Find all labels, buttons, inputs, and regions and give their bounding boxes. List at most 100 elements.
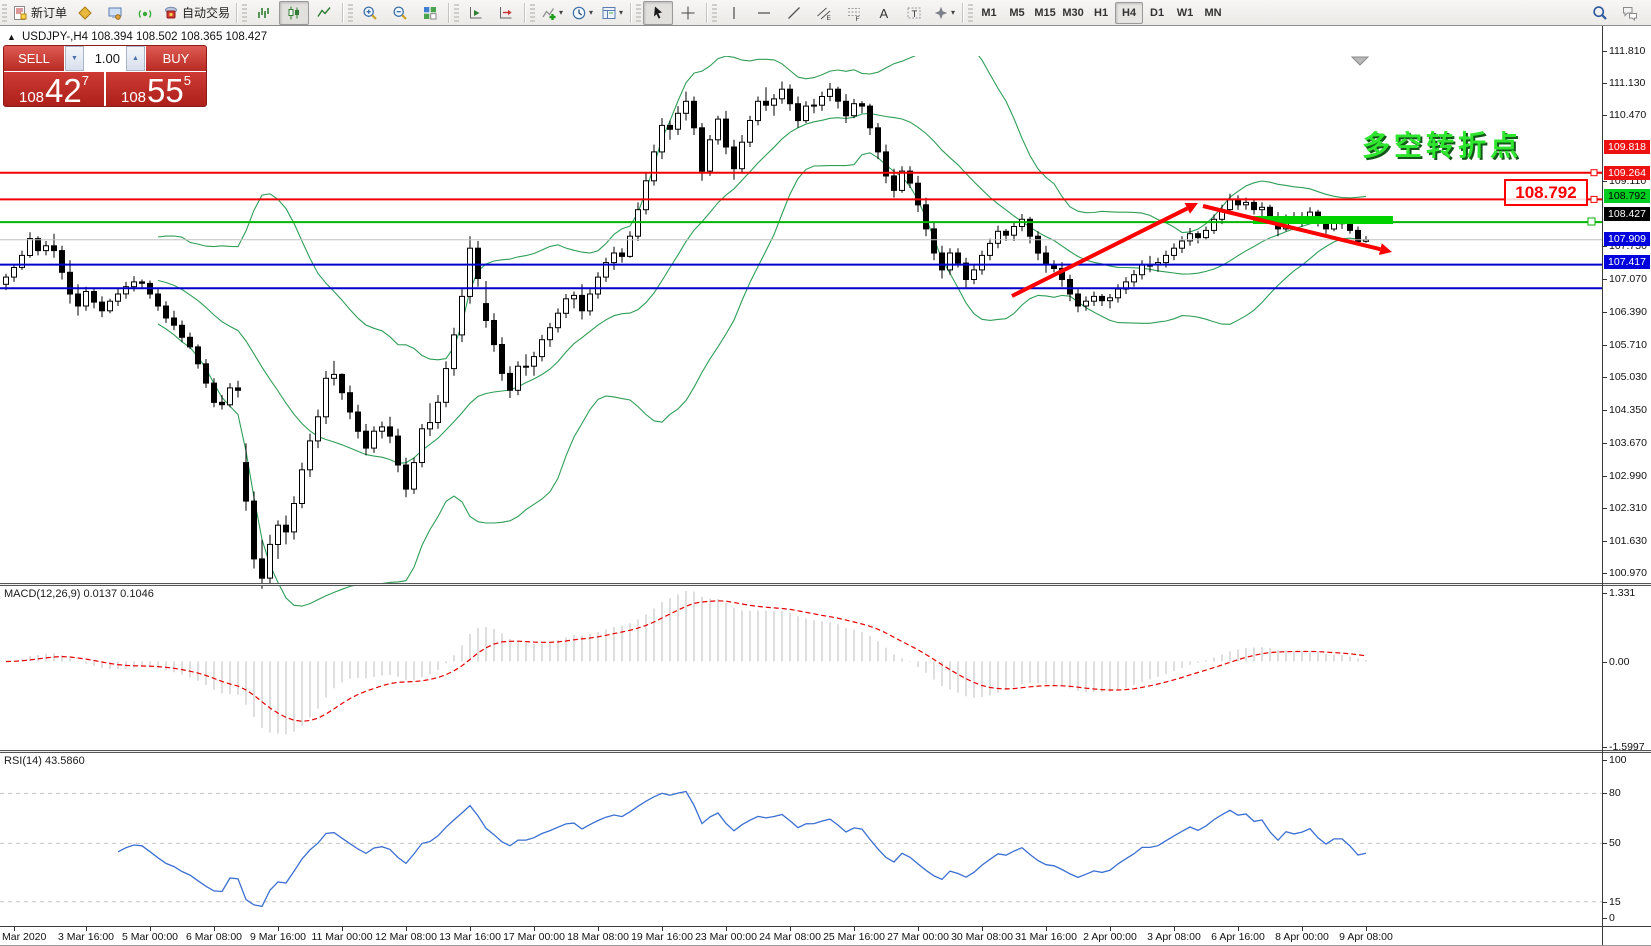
toolbar: 新订单自动交易▾▾▾EFAT▾M1M5M15M30H1H4D1W1MN	[0, 0, 1651, 26]
time-tick-label: 11 Mar 00:00	[305, 931, 379, 943]
price-badge-107.417: 107.417	[1604, 255, 1650, 269]
timeframe-h1-button[interactable]: H1	[1087, 2, 1115, 24]
toolbar-separator	[448, 3, 449, 23]
volume-up-button[interactable]: ▲	[126, 46, 145, 71]
timeframe-h4-button[interactable]: H4	[1115, 2, 1143, 24]
toolbar-separator	[962, 3, 963, 23]
buy-button[interactable]: BUY	[146, 46, 206, 71]
buy-price[interactable]: 108 55 5	[106, 72, 206, 107]
macd-rsi-splitter[interactable]	[0, 750, 1651, 753]
toolbar-grip	[242, 4, 247, 22]
label-button[interactable]: T	[899, 1, 929, 25]
dropdown-caret-icon: ▾	[951, 8, 955, 17]
turning-point-annotation: 多空转折点	[1362, 124, 1522, 164]
textA-icon: A	[876, 5, 892, 21]
autotrade-button[interactable]: 自动交易	[160, 1, 233, 25]
cursor-button[interactable]	[643, 1, 673, 25]
price-tick-label: 101.630	[1609, 535, 1647, 547]
candle-chart-button[interactable]	[279, 1, 309, 25]
time-tick-label: 27 Mar 00:00	[881, 931, 955, 943]
price-tick-label: 104.350	[1609, 404, 1647, 416]
new-order-button[interactable]: 新订单	[9, 1, 70, 25]
dropdown-caret-icon: ▾	[559, 8, 563, 17]
time-tick-label: 18 Mar 08:00	[561, 931, 635, 943]
volume-value[interactable]: 1.00	[84, 46, 126, 71]
timeframe-mn-button[interactable]: MN	[1199, 2, 1227, 24]
trendline-button[interactable]	[779, 1, 809, 25]
trend-down-arrow[interactable]	[1203, 206, 1392, 255]
chart-shift-marker-icon[interactable]	[1352, 57, 1368, 65]
price-badge-108.427: 108.427	[1604, 207, 1650, 221]
sell-price[interactable]: 108 42 7	[4, 72, 106, 107]
timeframe-m1-button[interactable]: M1	[975, 2, 1003, 24]
timeframe-d1-button[interactable]: D1	[1143, 2, 1171, 24]
text-button[interactable]: A	[869, 1, 899, 25]
price-tag-label[interactable]: 108.792	[1504, 179, 1588, 206]
channel-button[interactable]: E	[809, 1, 839, 25]
tile-windows-button[interactable]	[415, 1, 445, 25]
signal-button[interactable]	[130, 1, 160, 25]
axis-tick	[1602, 541, 1607, 542]
axis-tick	[1602, 83, 1607, 84]
sell-price-pips: 42	[45, 76, 82, 105]
sell-button[interactable]: SELL	[4, 46, 65, 71]
macd-tick-label: 0.00	[1609, 656, 1629, 668]
price-badge-108.792: 108.792	[1604, 189, 1650, 203]
gold-icon-button[interactable]	[70, 1, 100, 25]
main-macd-splitter[interactable]	[0, 583, 1651, 586]
search-button[interactable]	[1585, 1, 1615, 25]
buy-price-figure: 108	[121, 90, 146, 105]
axis-tick	[1602, 51, 1607, 52]
axis-tick	[1602, 902, 1607, 903]
timeframe-m15-button[interactable]: M15	[1031, 2, 1059, 24]
chat-icon	[1622, 5, 1638, 21]
volume-down-button[interactable]: ▼	[65, 46, 84, 71]
timeframe-m30-button[interactable]: M30	[1059, 2, 1087, 24]
chat-button[interactable]	[1615, 1, 1645, 25]
new-order-icon	[12, 5, 28, 21]
zoom-out-button[interactable]	[385, 1, 415, 25]
timeframe-m5-button[interactable]: M5	[1003, 2, 1031, 24]
time-tick-label: 3 Apr 08:00	[1137, 931, 1211, 943]
svg-text:T: T	[912, 8, 918, 19]
one-click-collapse-icon[interactable]: ▲	[7, 32, 16, 42]
candles-layer	[4, 82, 1369, 589]
line-handle[interactable]	[1591, 170, 1597, 176]
chart-shift-button[interactable]	[491, 1, 521, 25]
shapes-button[interactable]: ▾	[929, 1, 959, 25]
time-tick-label: 23 Mar 00:00	[689, 931, 763, 943]
zoom-out-icon	[392, 5, 408, 21]
timeframe-w1-button[interactable]: W1	[1171, 2, 1199, 24]
trend-icon	[786, 5, 802, 21]
vertical-line-button[interactable]	[719, 1, 749, 25]
price-badge-109.818: 109.818	[1604, 140, 1650, 154]
line-chart-button[interactable]	[309, 1, 339, 25]
autotrade-button-label: 自动交易	[182, 4, 230, 21]
tag-handle[interactable]	[1588, 218, 1595, 225]
rsi-tick-label: 80	[1609, 787, 1621, 799]
axis-tick	[1602, 115, 1607, 116]
periods-button[interactable]: ▾	[567, 1, 597, 25]
bar-chart-button[interactable]	[249, 1, 279, 25]
fibonacci-button[interactable]: F	[839, 1, 869, 25]
line-handle[interactable]	[1591, 196, 1597, 202]
indicators-button[interactable]: ▾	[537, 1, 567, 25]
axis-tick	[1602, 377, 1607, 378]
price-tick-label: 103.670	[1609, 437, 1647, 449]
horizontal-line-button[interactable]	[749, 1, 779, 25]
crosshair-button[interactable]	[673, 1, 703, 25]
zoom-in-button[interactable]	[355, 1, 385, 25]
templates-button[interactable]: ▾	[597, 1, 627, 25]
axis-tick	[1602, 345, 1607, 346]
axis-tick	[1602, 843, 1607, 844]
time-tick-label: 17 Mar 00:00	[497, 931, 571, 943]
time-tick-label: 31 Mar 16:00	[1009, 931, 1083, 943]
auto-scroll-button[interactable]	[461, 1, 491, 25]
toolbar-grip	[348, 4, 353, 22]
cursor-icon	[650, 5, 666, 21]
toolbar-separator	[706, 3, 707, 23]
metaeditor-button[interactable]	[100, 1, 130, 25]
toolbar-separator	[236, 3, 237, 23]
indicators-icon	[541, 5, 557, 21]
toolbar-separator	[524, 3, 525, 23]
